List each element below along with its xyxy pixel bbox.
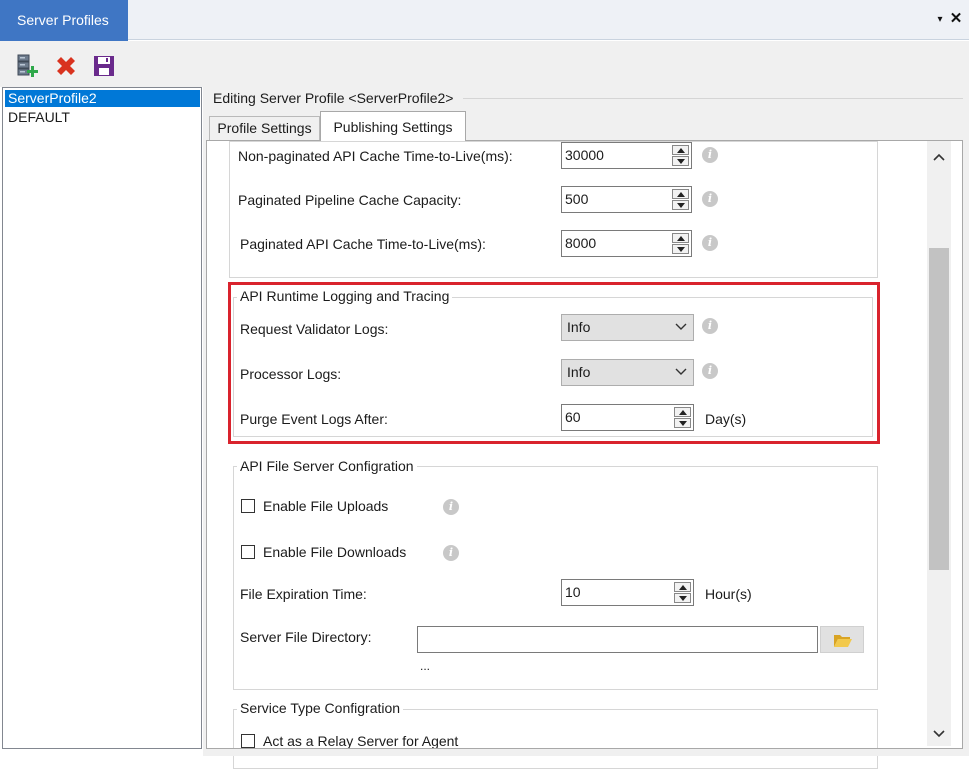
- chevron-up-icon: [933, 153, 945, 161]
- paginated-ttl-value: 8000: [565, 235, 597, 251]
- info-icon: i: [702, 147, 718, 163]
- floppy-save-icon: [94, 56, 114, 76]
- profile-item-default[interactable]: DEFAULT: [5, 109, 200, 126]
- delete-button[interactable]: [54, 54, 78, 78]
- stepper-down-icon[interactable]: [672, 244, 689, 254]
- file-expiration-label: File Expiration Time:: [240, 586, 367, 602]
- chevron-down-icon: [933, 730, 945, 738]
- window-title-tab[interactable]: Server Profiles: [0, 0, 128, 41]
- enable-uploads-label[interactable]: Enable File Uploads: [263, 497, 388, 515]
- relay-server-checkbox[interactable]: [241, 734, 255, 748]
- tab-profile-settings[interactable]: Profile Settings: [209, 116, 320, 140]
- server-directory-input[interactable]: [417, 626, 818, 653]
- nonpaginated-ttl-stepper[interactable]: 30000: [561, 142, 692, 169]
- close-icon[interactable]: ✕: [948, 10, 964, 28]
- server-directory-label: Server File Directory:: [240, 629, 372, 645]
- paginated-capacity-value: 500: [565, 191, 589, 207]
- enable-uploads-checkbox[interactable]: [241, 499, 255, 513]
- delete-x-icon: [57, 57, 75, 75]
- panel-bottom-edge: [206, 748, 963, 756]
- title-bar: [0, 0, 969, 40]
- stepper-up-icon[interactable]: [672, 189, 689, 199]
- file-expiration-unit: Hour(s): [705, 586, 752, 602]
- tab-publishing-settings[interactable]: Publishing Settings: [320, 111, 466, 141]
- stepper-down-icon[interactable]: [674, 593, 691, 603]
- add-server-icon: [17, 54, 38, 77]
- info-icon: i: [443, 545, 459, 561]
- stepper-down-icon[interactable]: [672, 200, 689, 210]
- browse-folder-button[interactable]: [820, 626, 864, 653]
- paginated-ttl-label: Paginated API Cache Time-to-Live(ms):: [240, 236, 486, 252]
- file-expiration-stepper[interactable]: 10: [561, 579, 694, 606]
- add-server-button[interactable]: [16, 54, 40, 78]
- profile-item-serverprofile2[interactable]: ServerProfile2: [5, 90, 200, 107]
- info-icon: i: [702, 191, 718, 207]
- highlight-box: [228, 282, 880, 444]
- file-server-group-title: API File Server Configration: [237, 457, 417, 475]
- info-icon: i: [702, 235, 718, 251]
- stepper-up-icon[interactable]: [672, 233, 689, 243]
- scroll-up-button[interactable]: [927, 148, 951, 166]
- dropdown-pin-icon[interactable]: ▾: [934, 12, 946, 28]
- paginated-capacity-stepper[interactable]: 500: [561, 186, 692, 213]
- save-button[interactable]: [92, 54, 116, 78]
- editing-divider: [463, 98, 963, 99]
- editing-profile-label: Editing Server Profile <ServerProfile2>: [213, 90, 454, 106]
- scroll-down-button[interactable]: [927, 725, 951, 743]
- scrollbar-thumb[interactable]: [929, 248, 949, 570]
- profile-list[interactable]: ServerProfile2 DEFAULT: [2, 87, 202, 749]
- toolbar: [0, 41, 969, 87]
- folder-open-icon: [834, 635, 852, 647]
- file-expiration-value: 10: [565, 584, 581, 600]
- enable-downloads-label[interactable]: Enable File Downloads: [263, 543, 406, 561]
- nonpaginated-ttl-label: Non-paginated API Cache Time-to-Live(ms)…: [238, 148, 513, 164]
- stepper-up-icon[interactable]: [674, 582, 691, 592]
- directory-ellipsis: ...: [420, 659, 431, 673]
- stepper-down-icon[interactable]: [672, 156, 689, 166]
- stepper-up-icon[interactable]: [672, 145, 689, 155]
- info-icon: i: [443, 499, 459, 515]
- paginated-capacity-label: Paginated Pipeline Cache Capacity:: [238, 192, 462, 208]
- paginated-ttl-stepper[interactable]: 8000: [561, 230, 692, 257]
- service-type-group-title: Service Type Configration: [237, 699, 404, 717]
- nonpaginated-ttl-value: 30000: [565, 147, 604, 163]
- enable-downloads-checkbox[interactable]: [241, 545, 255, 559]
